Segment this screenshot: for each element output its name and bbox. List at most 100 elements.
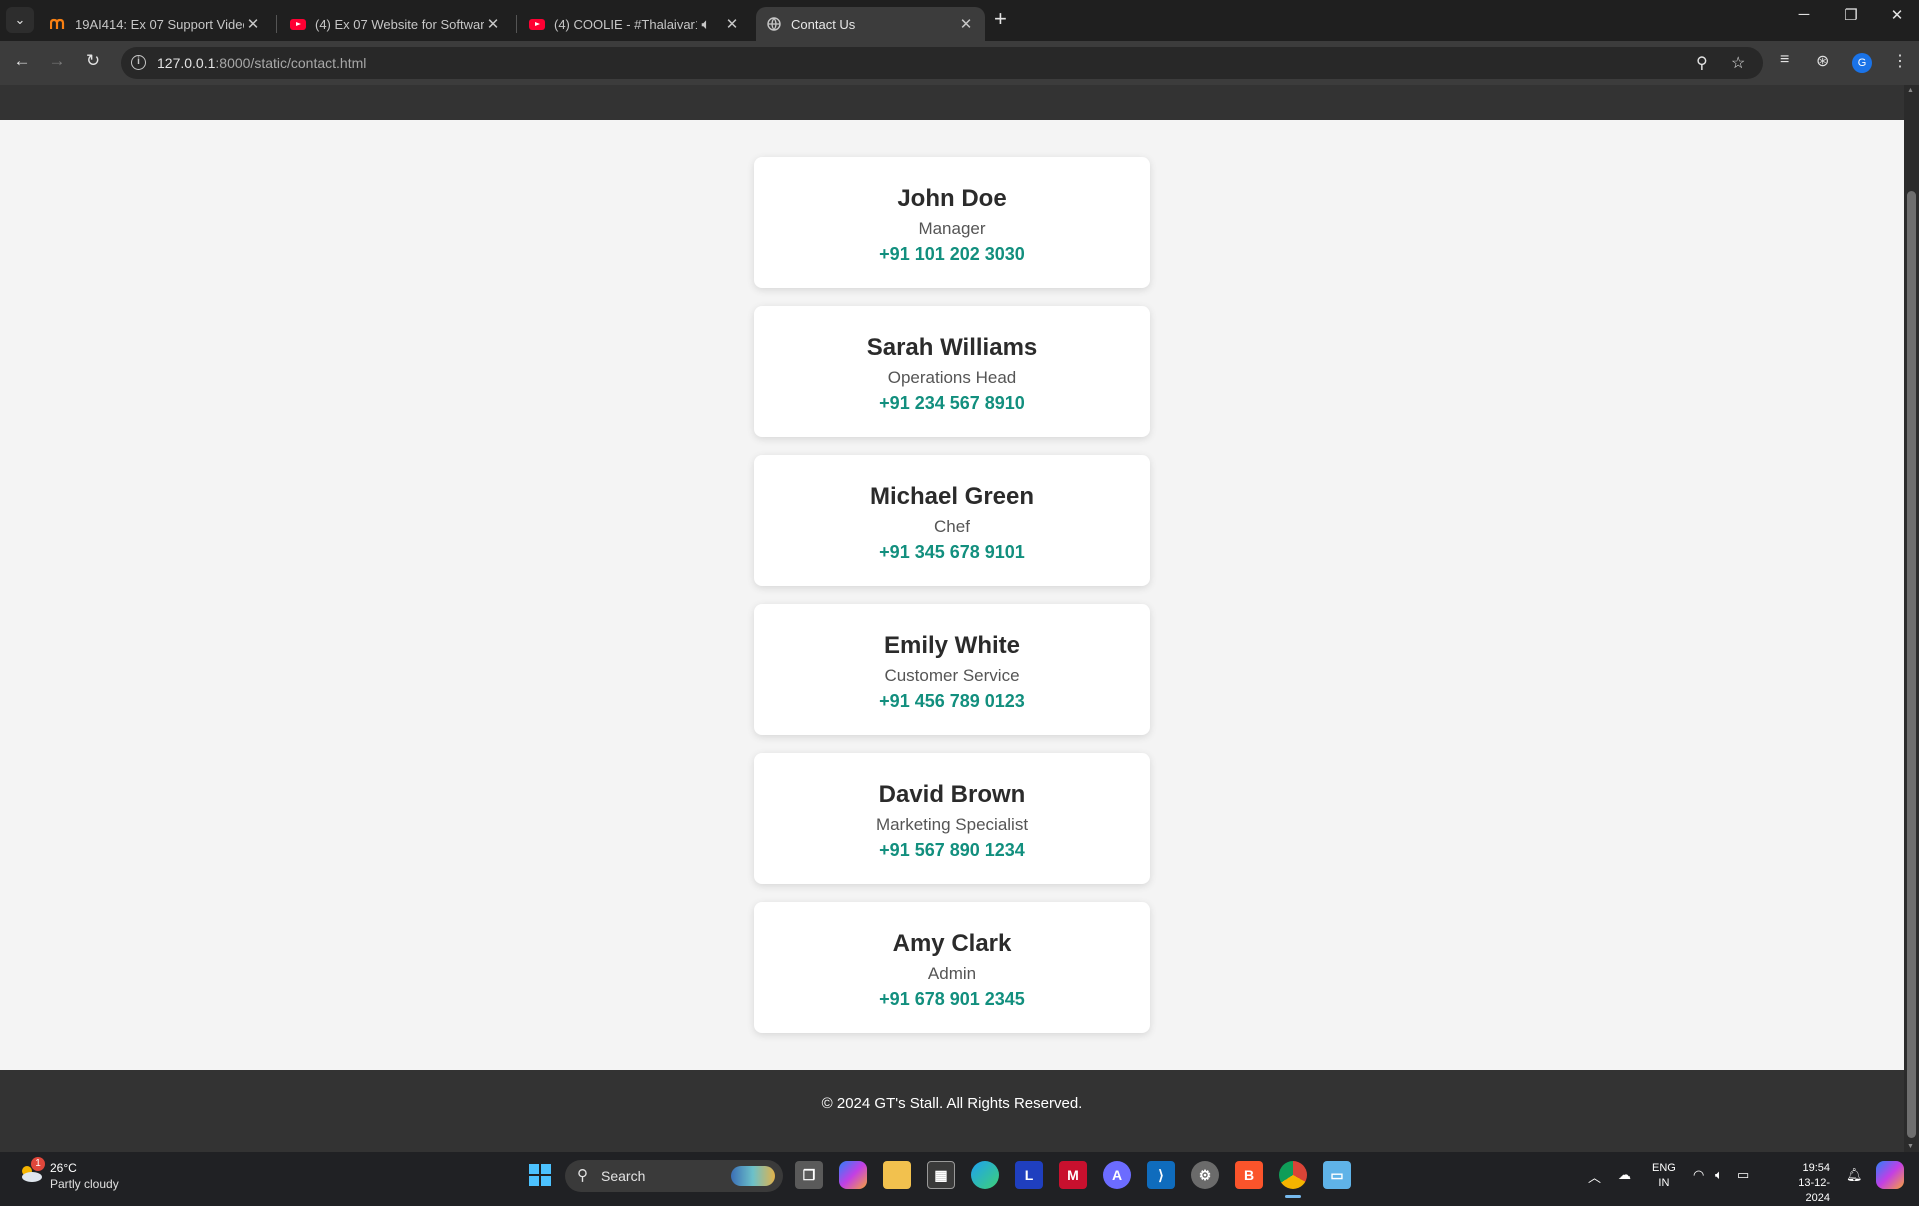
contact-card: Michael Green Chef +91 345 678 9101	[754, 455, 1150, 586]
contact-list: John Doe Manager +91 101 202 3030 Sarah …	[754, 157, 1150, 1051]
contact-card: Amy Clark Admin +91 678 901 2345	[754, 902, 1150, 1033]
tab-2[interactable]: (4) Ex 07 Website for Software C ✕	[280, 7, 512, 41]
active-app-indicator	[1285, 1195, 1301, 1198]
search-icon: ⚲	[577, 1167, 588, 1184]
close-icon[interactable]: ✕	[484, 15, 502, 33]
close-icon[interactable]: ✕	[723, 15, 741, 33]
contact-phone[interactable]: +91 456 789 0123	[754, 690, 1150, 712]
weather-badge: 1	[31, 1157, 45, 1171]
contact-phone[interactable]: +91 101 202 3030	[754, 243, 1150, 265]
youtube-icon	[529, 16, 545, 32]
weather-description[interactable]: Partly cloudy	[50, 1177, 119, 1191]
show-hidden-icons-chevron-icon[interactable]: ︿	[1588, 1167, 1601, 1186]
zoom-icon[interactable]: ⚲	[1696, 53, 1708, 73]
weather-temperature[interactable]: 26°C	[50, 1161, 77, 1175]
battery-icon[interactable]: ▭	[1737, 1167, 1749, 1183]
vscode-icon[interactable]: ⟩	[1147, 1161, 1175, 1189]
system-clock[interactable]: 19:54 13-12-2024	[1774, 1161, 1830, 1206]
chevron-down-icon: ⌄	[14, 12, 26, 27]
minimize-button[interactable]: ─	[1781, 6, 1827, 23]
back-button[interactable]: ←	[10, 51, 34, 71]
contact-name: John Doe	[897, 185, 1007, 212]
tab-3[interactable]: (4) COOLIE - #Thalaivar171 🔈︎ ✕	[519, 7, 751, 41]
tab-strip: ⌄ 19AI414: Ex 07 Support Video | ✕ (4) E…	[0, 0, 1919, 41]
notification-bell-icon[interactable]: 🔔︎	[1846, 1167, 1863, 1183]
language-indicator[interactable]: ENG IN	[1652, 1161, 1676, 1191]
page-scrollbar[interactable]: ▲ ▼	[1904, 85, 1919, 1152]
restore-button[interactable]: ❐	[1828, 6, 1874, 24]
globe-icon	[766, 16, 782, 32]
profile-avatar[interactable]: G	[1852, 53, 1872, 73]
tab-search-button[interactable]: ⌄	[6, 7, 34, 33]
forward-button[interactable]: →	[45, 51, 69, 71]
arc-app-icon[interactable]: A	[1103, 1161, 1131, 1189]
taskbar-search-label: Search	[601, 1168, 646, 1184]
edge-icon[interactable]	[971, 1161, 999, 1189]
contact-role: Operations Head	[887, 368, 1017, 387]
mcafee-icon[interactable]: M	[1059, 1161, 1087, 1189]
contact-name: Sarah Williams	[866, 334, 1038, 361]
volume-icon[interactable]: 🔈︎	[1715, 1167, 1723, 1183]
media-control-icon[interactable]: ≡	[1780, 51, 1789, 69]
scrollbar-thumb[interactable]	[1907, 191, 1916, 1138]
address-bar[interactable]: i 127.0.0.1:8000/static/contact.html ⚲ ☆	[121, 47, 1763, 79]
copilot-icon[interactable]	[839, 1161, 867, 1189]
tab-title: Contact Us	[791, 16, 856, 32]
tab-divider	[276, 15, 277, 33]
browser-toolbar: ← → ↻ i 127.0.0.1:8000/static/contact.ht…	[0, 41, 1919, 85]
contact-phone[interactable]: +91 345 678 9101	[754, 541, 1150, 563]
contact-card: Emily White Customer Service +91 456 789…	[754, 604, 1150, 735]
tab-1[interactable]: 19AI414: Ex 07 Support Video | ✕	[40, 7, 272, 41]
scroll-down-arrow-icon[interactable]: ▼	[1907, 1143, 1914, 1150]
kebab-menu-icon[interactable]: ⋮	[1892, 51, 1908, 71]
wifi-icon[interactable]: ◠	[1693, 1167, 1704, 1183]
contact-name: Amy Clark	[892, 930, 1012, 957]
reload-button[interactable]: ↻	[81, 51, 105, 71]
url-text[interactable]: 127.0.0.1:8000/static/contact.html	[157, 55, 366, 71]
site-footer: © 2024 GT's Stall. All Rights Reserved.	[0, 1070, 1904, 1152]
close-icon[interactable]: ✕	[244, 15, 262, 33]
contact-card: David Brown Marketing Specialist +91 567…	[754, 753, 1150, 884]
windows-taskbar: 1 26°C Partly cloudy ⚲ Search ❐ ▦ L M A …	[0, 1152, 1919, 1204]
chrome-icon[interactable]	[1279, 1161, 1307, 1189]
new-tab-button[interactable]: +	[994, 6, 1007, 32]
taskbar-search[interactable]: ⚲ Search	[565, 1160, 783, 1192]
file-explorer-icon[interactable]	[883, 1161, 911, 1189]
moodle-icon	[50, 16, 66, 32]
tab-4[interactable]: Contact Us ✕	[756, 7, 985, 41]
windows-start-icon[interactable]	[526, 1161, 554, 1189]
page-viewport: John Doe Manager +91 101 202 3030 Sarah …	[0, 85, 1904, 1152]
onedrive-icon[interactable]: ☁	[1618, 1167, 1631, 1183]
youtube-icon	[290, 16, 306, 32]
remote-desktop-icon[interactable]: ▭	[1323, 1161, 1351, 1189]
microsoft-store-icon[interactable]: ▦	[927, 1161, 955, 1189]
copyright-text: © 2024 GT's Stall. All Rights Reserved.	[821, 1095, 1083, 1112]
contact-name: David Brown	[878, 781, 1026, 808]
site-header	[0, 85, 1904, 120]
speaker-icon[interactable]: 🔈︎	[697, 16, 715, 33]
tab-title: 19AI414: Ex 07 Support Video |	[75, 16, 244, 32]
copilot-tray-icon[interactable]	[1876, 1161, 1904, 1189]
contact-phone[interactable]: +91 678 901 2345	[754, 988, 1150, 1010]
download-icon[interactable]: ⊛	[1816, 51, 1829, 71]
close-icon[interactable]: ✕	[957, 15, 975, 33]
contact-role: Customer Service	[884, 666, 1020, 685]
l-app-icon[interactable]: L	[1015, 1161, 1043, 1189]
contact-phone[interactable]: +91 234 567 8910	[754, 392, 1150, 414]
bookmark-star-icon[interactable]: ☆	[1731, 53, 1745, 73]
window-close-button[interactable]: ✕	[1874, 6, 1919, 24]
tab-divider	[516, 15, 517, 33]
contact-name: Emily White	[883, 632, 1021, 659]
contact-role: Manager	[918, 219, 986, 238]
contact-card: John Doe Manager +91 101 202 3030	[754, 157, 1150, 288]
settings-gear-icon[interactable]: ⚙	[1191, 1161, 1219, 1189]
contact-phone[interactable]: +91 567 890 1234	[754, 839, 1150, 861]
site-info-icon[interactable]: i	[131, 55, 146, 70]
brave-icon[interactable]: B	[1235, 1161, 1263, 1189]
contact-card: Sarah Williams Operations Head +91 234 5…	[754, 306, 1150, 437]
contact-role: Chef	[934, 517, 970, 536]
task-view-icon[interactable]: ❐	[795, 1161, 823, 1189]
search-highlight-image	[731, 1166, 775, 1186]
scroll-up-arrow-icon[interactable]: ▲	[1907, 87, 1914, 94]
tab-title: (4) COOLIE - #Thalaivar171	[554, 16, 697, 32]
